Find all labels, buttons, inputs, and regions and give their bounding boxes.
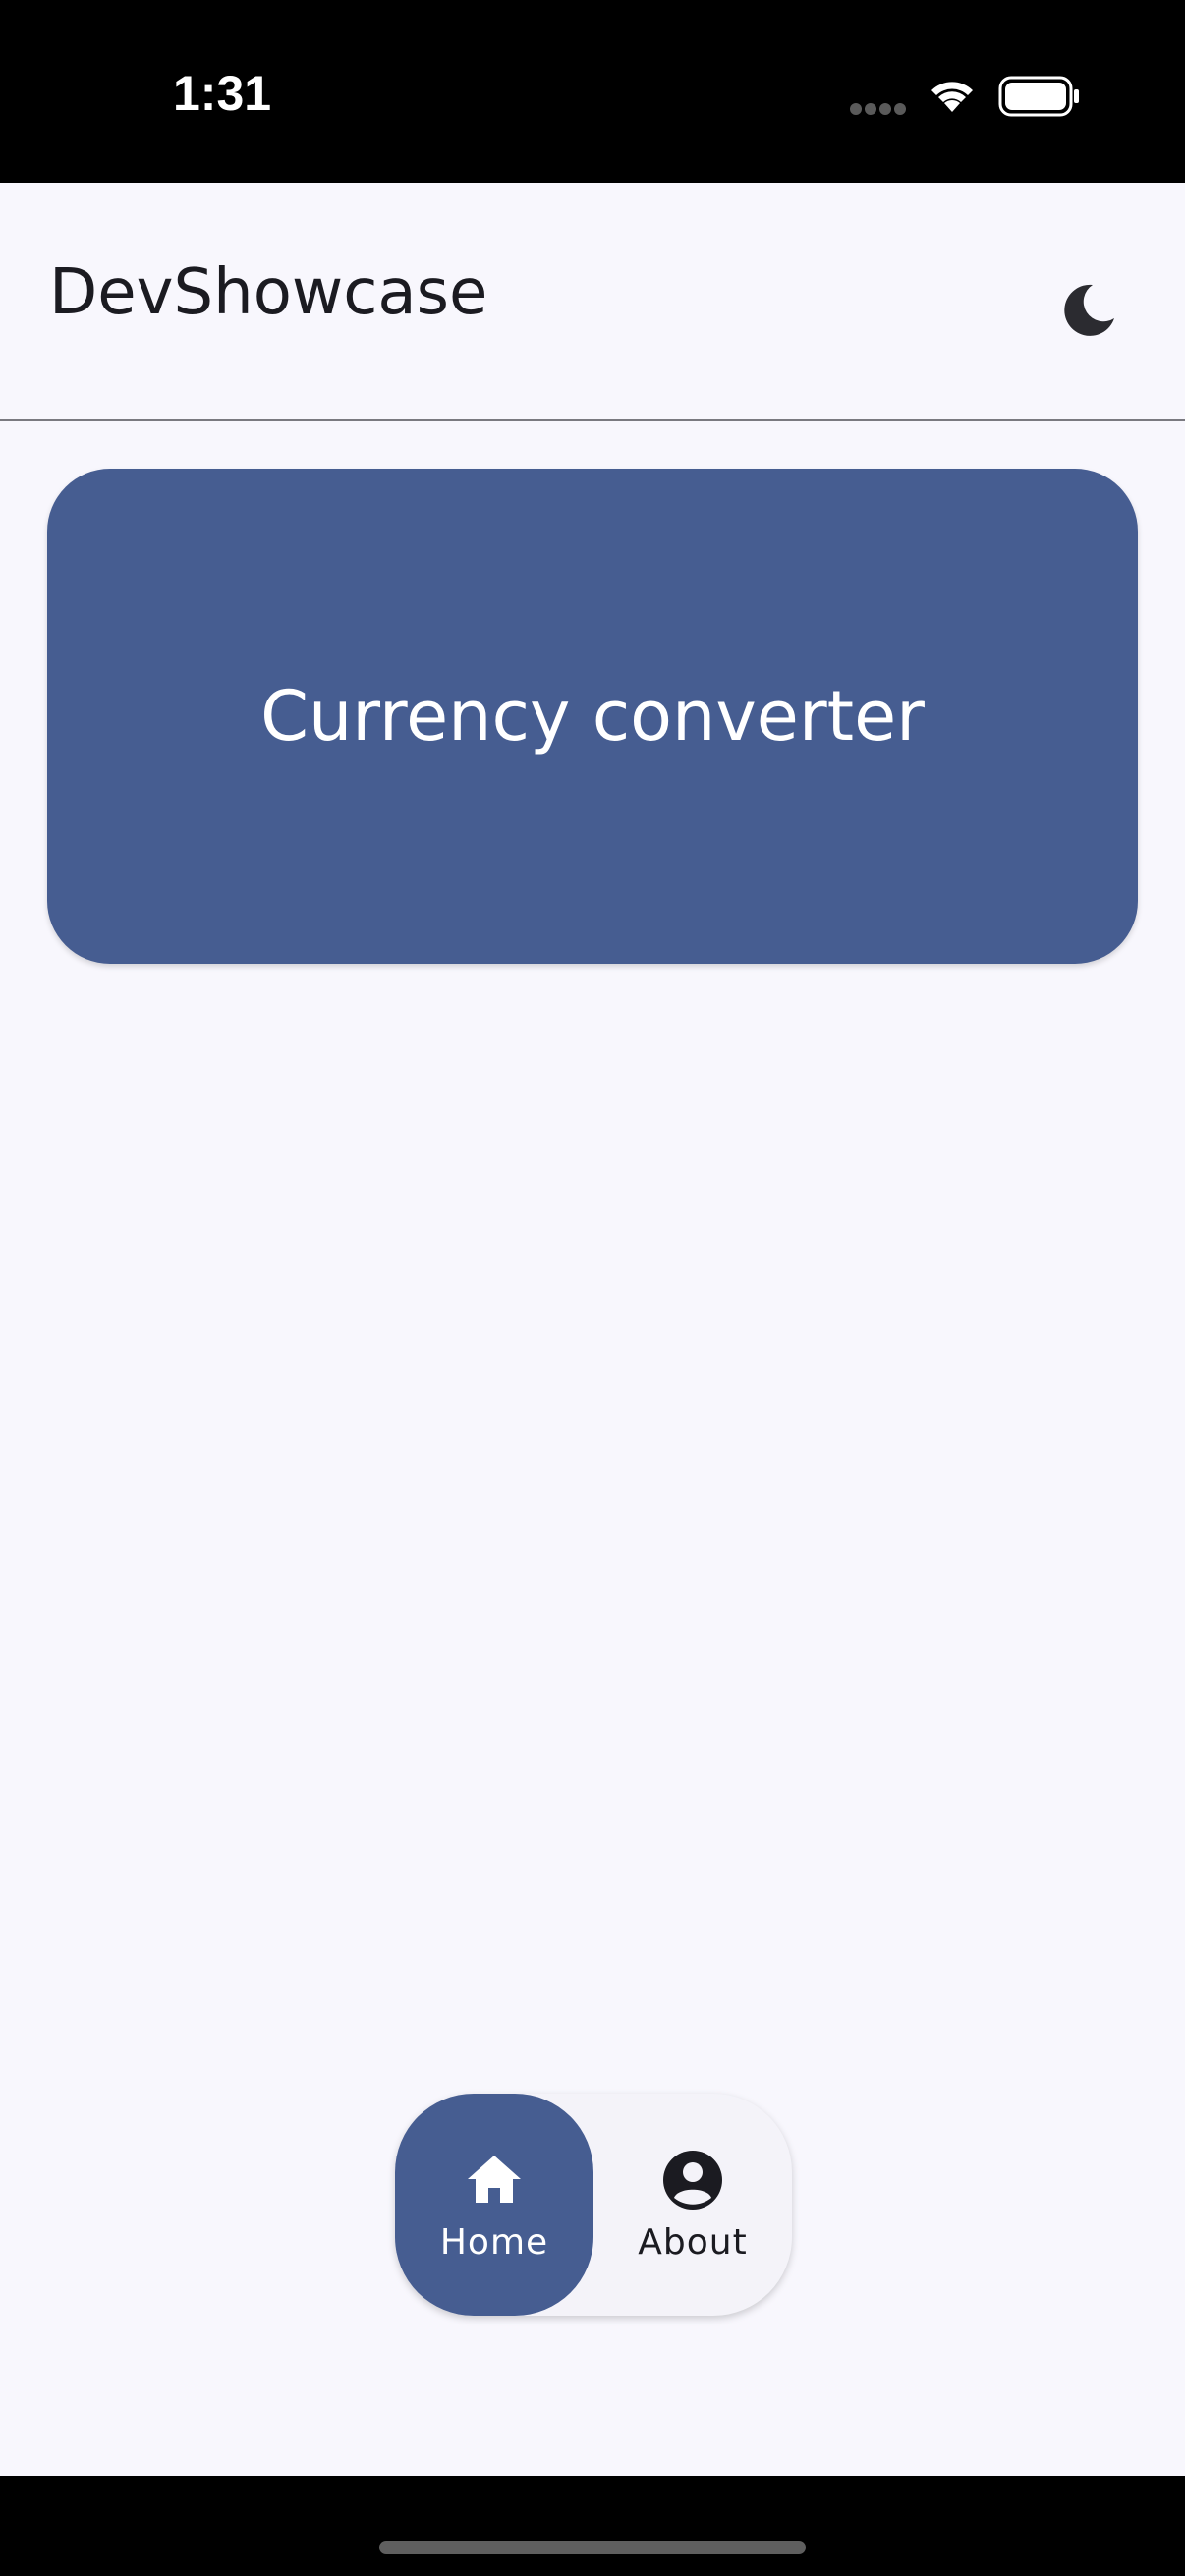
app-title: DevShowcase — [49, 256, 488, 329]
status-time: 1:31 — [173, 66, 272, 121]
moon-icon — [1064, 284, 1114, 336]
currency-converter-card[interactable]: Currency converter — [47, 469, 1138, 964]
app-bar: DevShowcase — [0, 183, 1185, 419]
system-gesture-area — [0, 2476, 1185, 2576]
cellular-signal-icon — [850, 103, 906, 115]
home-icon — [468, 2155, 521, 2203]
wifi-icon — [931, 82, 973, 112]
card-label: Currency converter — [260, 676, 925, 756]
bottom-navigation: Home About — [395, 2094, 792, 2316]
app-bar-divider — [0, 419, 1185, 421]
nav-item-home[interactable]: Home — [395, 2094, 593, 2316]
account-circle-icon — [663, 2150, 722, 2210]
theme-toggle-button[interactable] — [1047, 269, 1130, 352]
nav-label-home: Home — [439, 2221, 549, 2263]
nav-label-about: About — [638, 2221, 748, 2263]
app-surface: DevShowcase Currency converter Home Abou… — [0, 183, 1185, 2476]
status-bar: 1:31 — [0, 0, 1185, 183]
nav-item-about[interactable]: About — [593, 2094, 792, 2316]
battery-icon — [998, 76, 1079, 117]
home-indicator[interactable] — [379, 2541, 806, 2554]
